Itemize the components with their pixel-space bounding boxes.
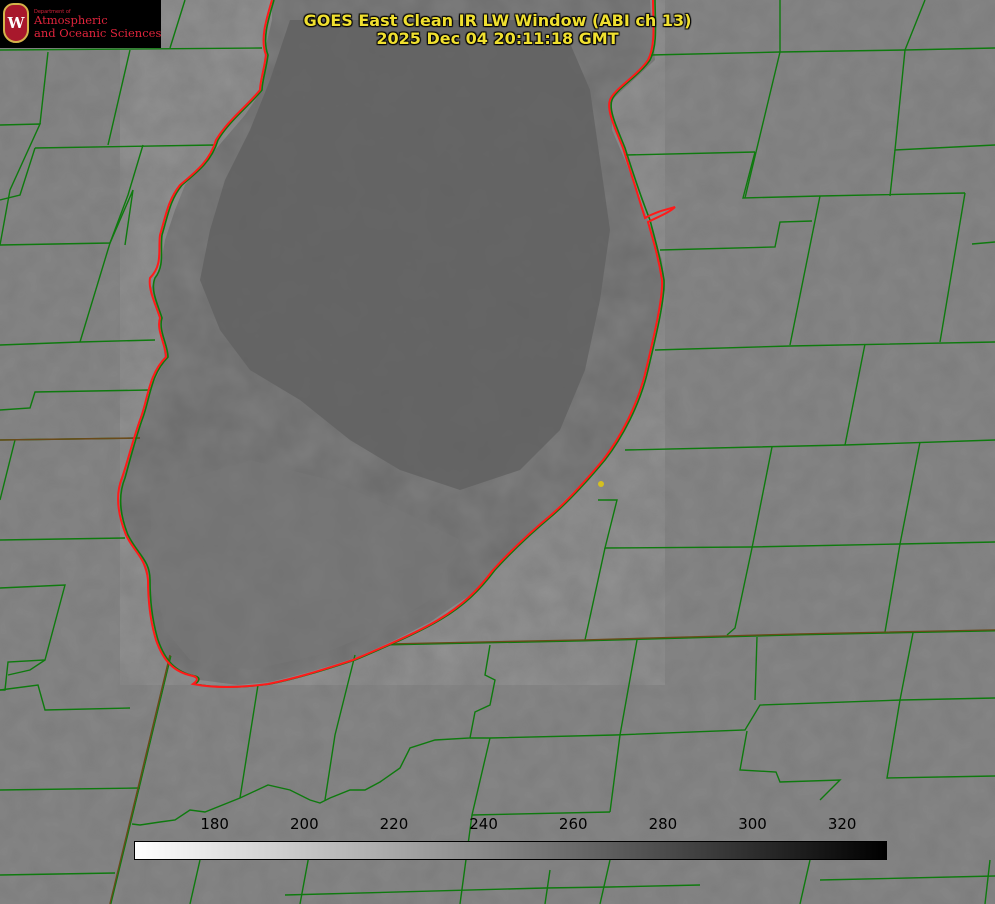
- seal-icon: W: [3, 3, 29, 43]
- satellite-map: [0, 0, 995, 904]
- colorbar: [134, 841, 887, 860]
- colorbar-tick-label: 320: [827, 815, 857, 833]
- university-logo: W Department of Atmospheric and Oceanic …: [0, 0, 161, 48]
- colorbar-tick-label: 240: [469, 815, 498, 833]
- colorbar-tick-label: 300: [738, 815, 767, 833]
- site-marker: [598, 481, 604, 487]
- colorbar-tick-label: 280: [648, 815, 678, 833]
- colorbar-tick-label: 200: [289, 815, 319, 833]
- logo-line2: and Oceanic Sciences: [34, 26, 162, 40]
- colorbar-tick-label: 220: [379, 815, 409, 833]
- colorbar-tick-label: 260: [558, 815, 588, 833]
- colorbar-tick-label: 180: [200, 815, 229, 833]
